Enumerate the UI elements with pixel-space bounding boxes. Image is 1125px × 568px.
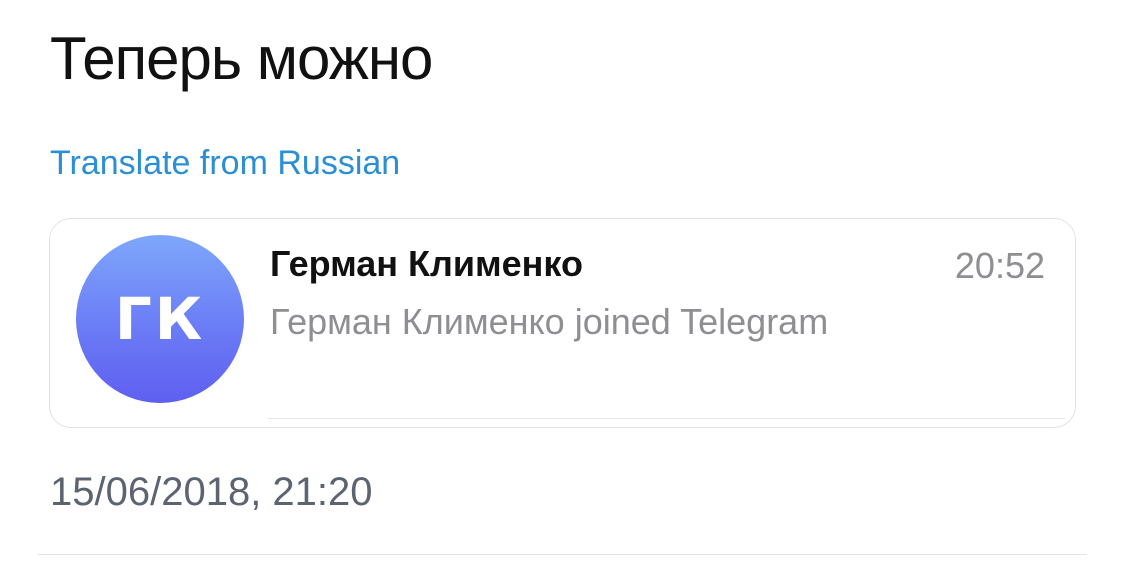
list-separator bbox=[268, 418, 1065, 419]
post-timestamp: 15/06/2018, 21:20 bbox=[50, 470, 373, 514]
translate-link[interactable]: Translate from Russian bbox=[50, 144, 400, 183]
post-text: Теперь можно bbox=[50, 25, 433, 92]
message-time: 20:52 bbox=[954, 245, 1045, 286]
avatar-initials: ГК bbox=[114, 285, 206, 353]
tweet-detail: Теперь можно Translate from Russian ГК Г… bbox=[0, 0, 1125, 568]
avatar: ГК bbox=[76, 235, 244, 403]
message-preview: Герман Клименко joined Telegram bbox=[270, 301, 829, 342]
divider bbox=[38, 554, 1087, 555]
contact-name: Герман Клименко bbox=[270, 243, 583, 284]
embedded-notification-card[interactable]: ГК Герман Клименко 20:52 Герман Клименко… bbox=[49, 218, 1076, 428]
